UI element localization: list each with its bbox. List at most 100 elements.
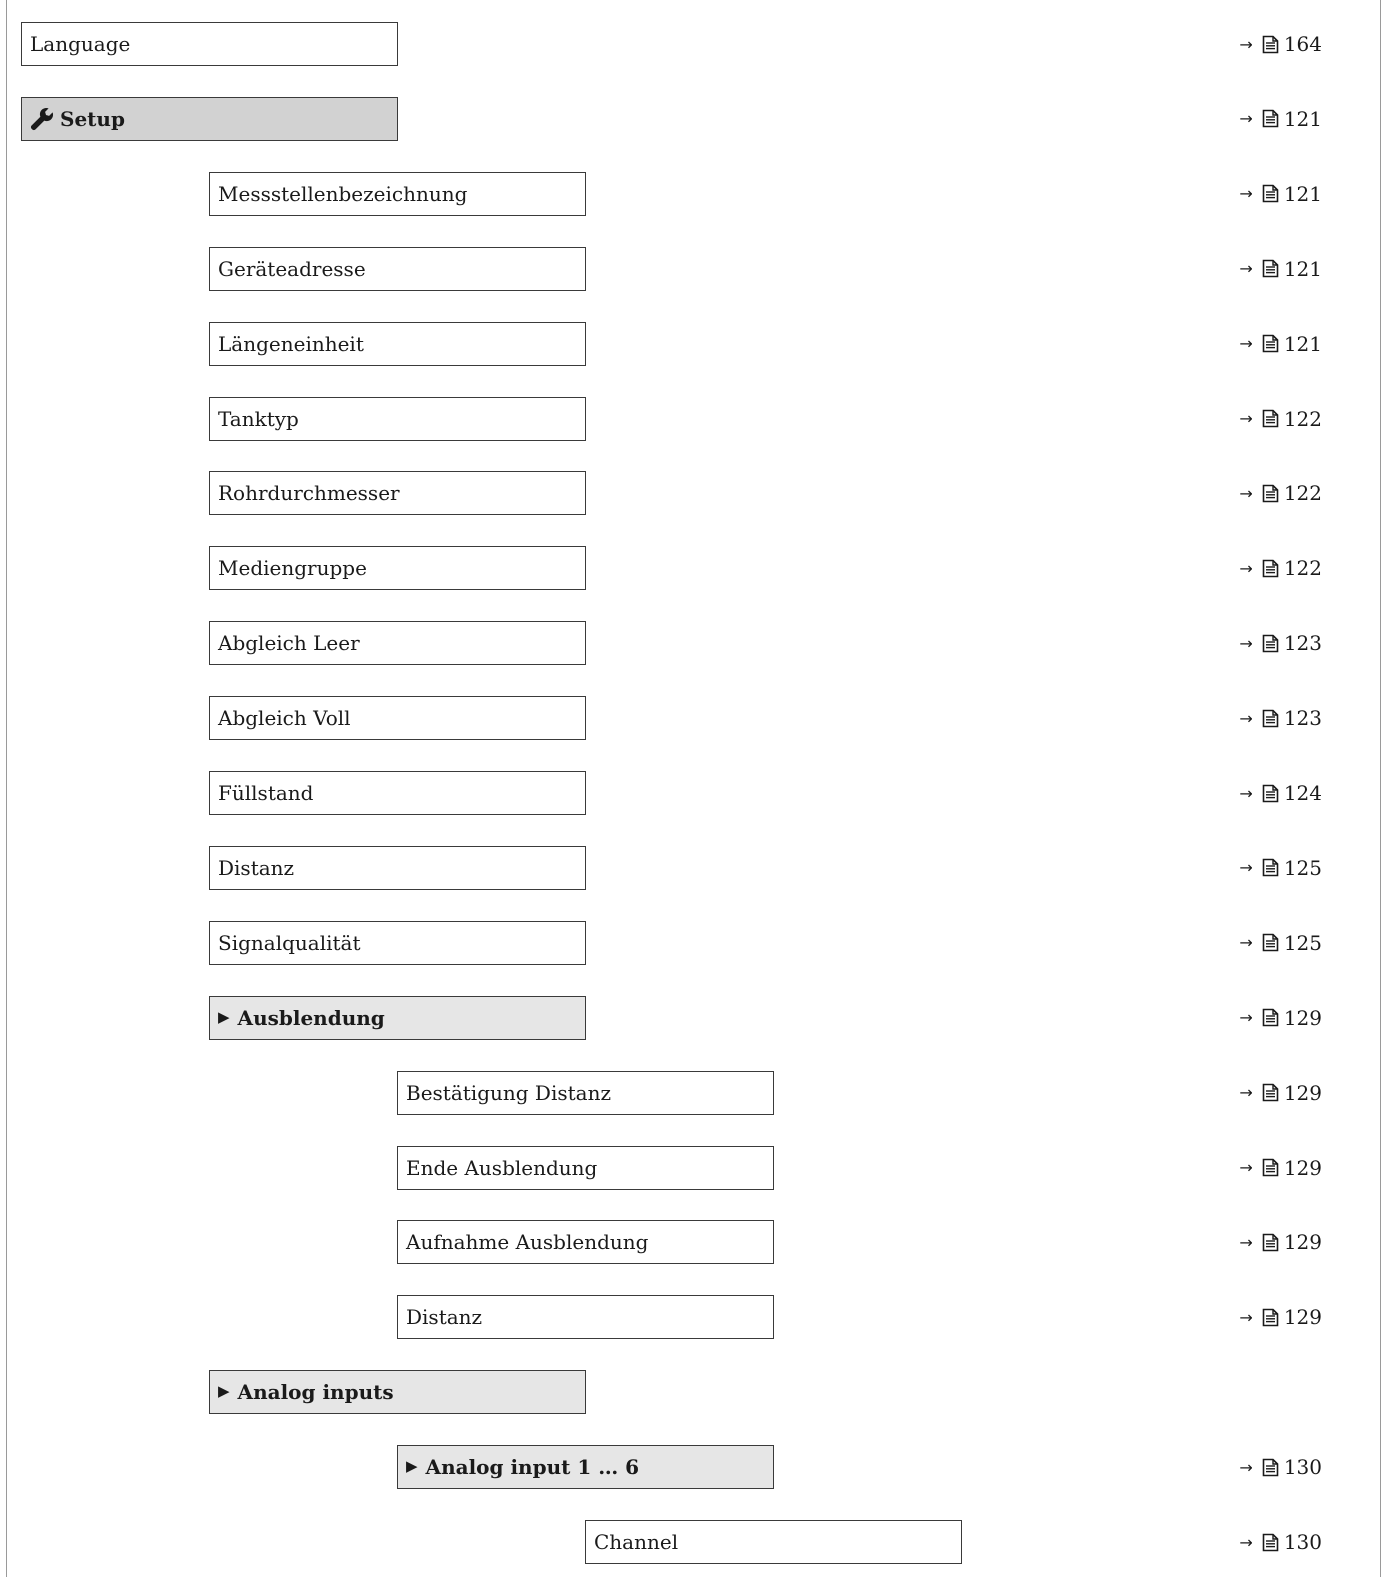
arrow-right-icon: → xyxy=(1239,1232,1253,1252)
item-label: Mediengruppe xyxy=(218,556,367,581)
menu-row: Abgleich Voll → 123 xyxy=(0,696,1388,741)
page-reference-link[interactable]: → 123 xyxy=(1239,621,1322,665)
submenu-analog-input-1-6[interactable]: ▶ Analog input 1 … 6 xyxy=(397,1445,774,1490)
menu-row: Aufnahme Ausblendung → 129 xyxy=(0,1220,1388,1265)
page-reference-link[interactable]: → 129 xyxy=(1239,1220,1322,1264)
page-number: 124 xyxy=(1283,781,1322,805)
page-reference-link[interactable]: → 121 xyxy=(1239,322,1322,366)
parameter-abgleich-voll[interactable]: Abgleich Voll xyxy=(209,696,586,741)
page-reference-link[interactable]: → 123 xyxy=(1239,696,1322,740)
page-number: 129 xyxy=(1283,1155,1322,1180)
item-label: Längeneinheit xyxy=(218,331,364,356)
parameter-geraeteadresse[interactable]: Geräteadresse xyxy=(209,246,586,291)
parameter-messstellenbezeichnung[interactable]: Messstellenbezeichnung xyxy=(209,171,586,216)
wrench-icon xyxy=(30,107,54,130)
page-reference-icon xyxy=(1262,933,1279,952)
parameter-abgleich-leer[interactable]: Abgleich Leer xyxy=(209,621,586,666)
page-number: 123 xyxy=(1283,631,1322,656)
page-reference-link[interactable]: → 129 xyxy=(1239,1146,1322,1190)
arrow-right-icon: → xyxy=(1239,334,1253,354)
page-number: 129 xyxy=(1283,1080,1322,1105)
page-reference-icon xyxy=(1262,334,1279,353)
parameter-tanktyp[interactable]: Tanktyp xyxy=(209,396,586,441)
menu-row: Tanktyp → 122 xyxy=(0,396,1388,441)
menu-row: Setup → 121 xyxy=(0,96,1388,141)
item-label: Ausblendung xyxy=(237,1005,385,1030)
page-number: 129 xyxy=(1283,1305,1322,1330)
page-number: 121 xyxy=(1283,256,1322,281)
page-reference-icon xyxy=(1262,859,1279,877)
parameter-bestaetigung-distanz[interactable]: Bestätigung Distanz xyxy=(397,1070,774,1115)
page-reference-link[interactable]: → 122 xyxy=(1239,546,1322,590)
parameter-channel[interactable]: Channel xyxy=(585,1520,962,1564)
page-reference-link[interactable]: → 129 xyxy=(1239,996,1322,1040)
page-reference-icon xyxy=(1262,559,1279,578)
parameter-language[interactable]: Language xyxy=(21,22,398,66)
parameter-fuellstand[interactable]: Füllstand xyxy=(209,771,586,815)
page-reference-link[interactable]: → 122 xyxy=(1239,471,1322,515)
parameter-aufnahme-ausblendung[interactable]: Aufnahme Ausblendung xyxy=(397,1220,774,1265)
page-number: 125 xyxy=(1283,855,1322,880)
parameter-signalqualitaet[interactable]: Signalqualität xyxy=(209,920,586,965)
page-reference-icon xyxy=(1262,1233,1279,1252)
arrow-right-icon: → xyxy=(1239,259,1253,279)
arrow-right-icon: → xyxy=(1239,858,1253,878)
page-reference-icon xyxy=(1262,1008,1279,1027)
item-label: Tanktyp xyxy=(218,406,299,431)
page-reference-link[interactable]: → 125 xyxy=(1239,921,1322,965)
menu-row: Distanz → 129 xyxy=(0,1295,1388,1340)
page-reference-icon xyxy=(1262,1308,1279,1327)
page-reference-link[interactable]: → 121 xyxy=(1239,247,1322,291)
page-reference-link[interactable]: → 121 xyxy=(1239,97,1322,141)
parameter-distanz[interactable]: Distanz xyxy=(209,845,586,890)
item-label: Aufnahme Ausblendung xyxy=(406,1230,649,1255)
arrow-right-icon: → xyxy=(1239,708,1253,728)
page-number: 129 xyxy=(1283,1230,1322,1255)
arrow-right-icon: → xyxy=(1239,933,1253,953)
item-label: Ende Ausblendung xyxy=(406,1155,598,1180)
submenu-arrow-icon: ▶ xyxy=(406,1457,418,1476)
page-reference-icon xyxy=(1262,184,1279,203)
item-label: Analog input 1 … 6 xyxy=(425,1455,640,1480)
item-label: Setup xyxy=(60,106,125,131)
page-reference-link[interactable]: → 129 xyxy=(1239,1295,1322,1339)
page-reference-link[interactable]: → 121 xyxy=(1239,172,1322,216)
page-reference-link[interactable]: → 125 xyxy=(1239,846,1322,890)
item-label: Language xyxy=(30,32,131,56)
parameter-distanz[interactable]: Distanz xyxy=(397,1295,774,1340)
page-number: 121 xyxy=(1283,181,1322,206)
page-reference-link[interactable]: → 129 xyxy=(1239,1071,1322,1115)
menu-setup[interactable]: Setup xyxy=(21,96,398,141)
page-number: 122 xyxy=(1283,556,1322,581)
parameter-rohrdurchmesser[interactable]: Rohrdurchmesser xyxy=(209,471,586,516)
menu-row: ▶ Analog inputs xyxy=(0,1370,1388,1415)
page-number: 123 xyxy=(1283,706,1322,731)
page-reference-link[interactable]: → 130 xyxy=(1239,1520,1322,1564)
page-reference-link[interactable]: → 130 xyxy=(1239,1445,1322,1489)
page-reference-icon xyxy=(1262,409,1279,428)
submenu-arrow-icon: ▶ xyxy=(218,1007,230,1026)
page-reference-link[interactable]: → 124 xyxy=(1239,771,1322,815)
arrow-right-icon: → xyxy=(1239,633,1253,653)
item-label: Füllstand xyxy=(218,781,314,805)
menu-row: ▶ Analog input 1 … 6 → 130 xyxy=(0,1445,1388,1490)
page-reference-icon xyxy=(1262,784,1279,802)
page-number: 122 xyxy=(1283,406,1322,431)
menu-row: Messstellenbezeichnung → 121 xyxy=(0,171,1388,216)
parameter-laengeneinheit[interactable]: Längeneinheit xyxy=(209,321,586,366)
submenu-analog-inputs[interactable]: ▶ Analog inputs xyxy=(209,1370,586,1415)
page-reference-link[interactable]: → 164 xyxy=(1239,22,1322,66)
submenu-arrow-icon: ▶ xyxy=(218,1382,230,1401)
parameter-mediengruppe[interactable]: Mediengruppe xyxy=(209,546,586,591)
page-reference-icon xyxy=(1262,1083,1279,1102)
page-number: 130 xyxy=(1283,1455,1322,1480)
menu-row: Rohrdurchmesser → 122 xyxy=(0,471,1388,516)
parameter-ende-ausblendung[interactable]: Ende Ausblendung xyxy=(397,1145,774,1190)
page-number: 121 xyxy=(1283,106,1322,131)
submenu-ausblendung[interactable]: ▶ Ausblendung xyxy=(209,995,586,1040)
arrow-right-icon: → xyxy=(1239,483,1253,503)
menu-row: Distanz → 125 xyxy=(0,845,1388,890)
item-label: Distanz xyxy=(406,1305,483,1330)
menu-row: Geräteadresse → 121 xyxy=(0,246,1388,291)
page-reference-link[interactable]: → 122 xyxy=(1239,397,1322,441)
